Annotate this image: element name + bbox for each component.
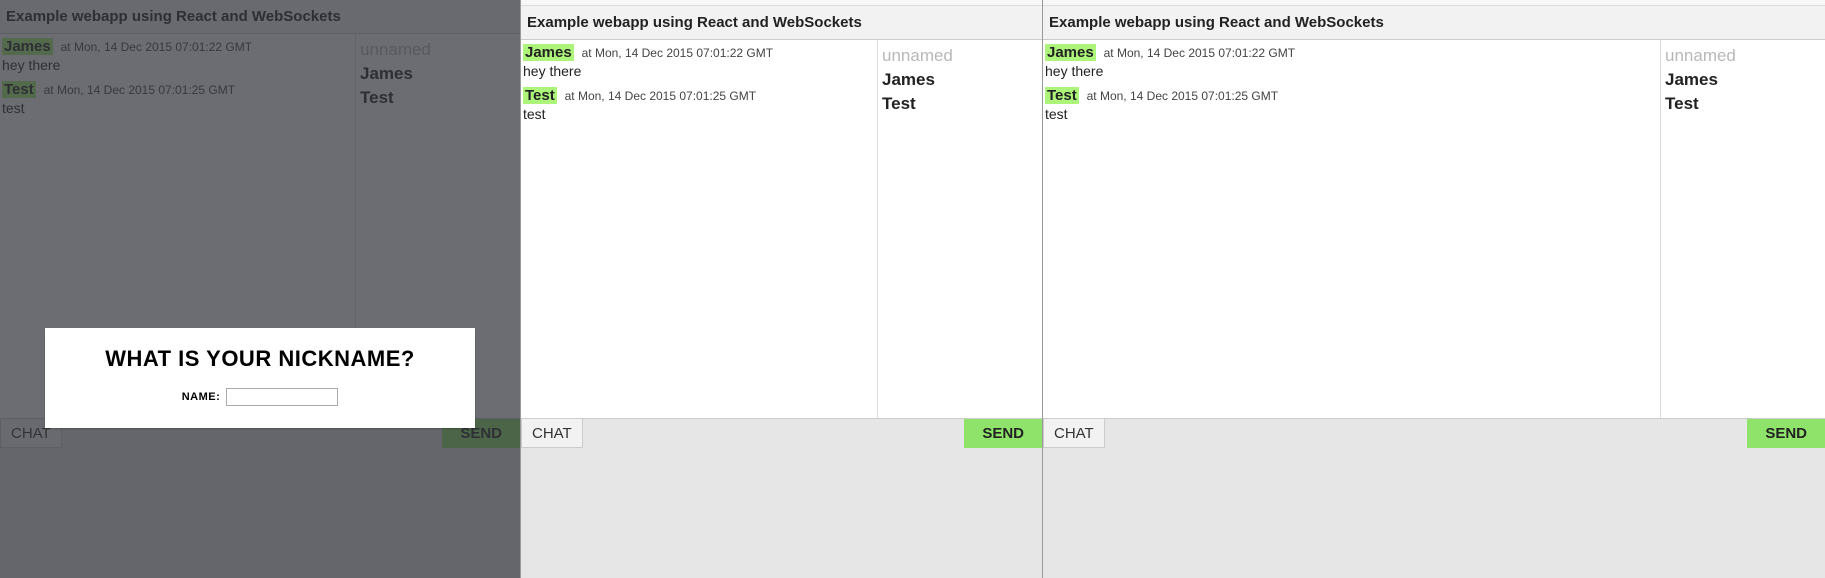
user-placeholder: unnamed bbox=[882, 46, 1038, 66]
message-timestamp: at Mon, 14 Dec 2015 07:01:25 GMT bbox=[565, 89, 756, 103]
user-placeholder: unnamed bbox=[1665, 46, 1821, 66]
send-button[interactable]: SEND bbox=[964, 419, 1042, 448]
app-header: Example webapp using React and WebSocket… bbox=[521, 6, 1042, 40]
nickname-modal: WHAT IS YOUR NICKNAME? NAME: bbox=[45, 328, 475, 428]
user-item: Test bbox=[882, 94, 1038, 114]
message-timestamp: at Mon, 14 Dec 2015 07:01:22 GMT bbox=[582, 46, 773, 60]
chat-label: CHAT bbox=[1043, 419, 1105, 448]
chat-footer: CHAT SEND bbox=[1043, 418, 1825, 448]
message-text: test bbox=[523, 106, 875, 122]
message-row: Test at Mon, 14 Dec 2015 07:01:25 GMT te… bbox=[1045, 87, 1658, 122]
message-list: James at Mon, 14 Dec 2015 07:01:22 GMT h… bbox=[521, 40, 877, 418]
message-author: James bbox=[1045, 44, 1096, 61]
message-list: James at Mon, 14 Dec 2015 07:01:22 GMT h… bbox=[1043, 40, 1660, 418]
user-list: unnamed James Test bbox=[1660, 40, 1825, 418]
chat-label: CHAT bbox=[521, 419, 583, 448]
message-timestamp: at Mon, 14 Dec 2015 07:01:22 GMT bbox=[1104, 46, 1295, 60]
send-button[interactable]: SEND bbox=[1747, 419, 1825, 448]
message-text: hey there bbox=[523, 63, 875, 79]
chat-input[interactable] bbox=[583, 419, 965, 448]
chat-footer: CHAT SEND bbox=[521, 418, 1042, 448]
nickname-input[interactable] bbox=[226, 388, 338, 406]
dim-overlay bbox=[0, 0, 520, 578]
message-row: James at Mon, 14 Dec 2015 07:01:22 GMT h… bbox=[1045, 44, 1658, 79]
user-item: James bbox=[1665, 70, 1821, 90]
message-author: Test bbox=[1045, 87, 1079, 104]
user-item: Test bbox=[1665, 94, 1821, 114]
message-row: James at Mon, 14 Dec 2015 07:01:22 GMT h… bbox=[523, 44, 875, 79]
message-text: test bbox=[1045, 106, 1658, 122]
message-text: hey there bbox=[1045, 63, 1658, 79]
user-list: unnamed James Test bbox=[877, 40, 1042, 418]
message-author: James bbox=[523, 44, 574, 61]
modal-label: NAME: bbox=[182, 391, 221, 403]
message-timestamp: at Mon, 14 Dec 2015 07:01:25 GMT bbox=[1087, 89, 1278, 103]
message-row: Test at Mon, 14 Dec 2015 07:01:25 GMT te… bbox=[523, 87, 875, 122]
pane: Example webapp using React and WebSocket… bbox=[1043, 0, 1825, 578]
user-item: James bbox=[882, 70, 1038, 90]
pane-with-modal: Example webapp using React and WebSocket… bbox=[0, 0, 521, 578]
message-author: Test bbox=[523, 87, 557, 104]
modal-title: WHAT IS YOUR NICKNAME? bbox=[55, 346, 465, 372]
chat-input[interactable] bbox=[1105, 419, 1748, 448]
pane: Example webapp using React and WebSocket… bbox=[521, 0, 1043, 578]
app-header: Example webapp using React and WebSocket… bbox=[1043, 6, 1825, 40]
